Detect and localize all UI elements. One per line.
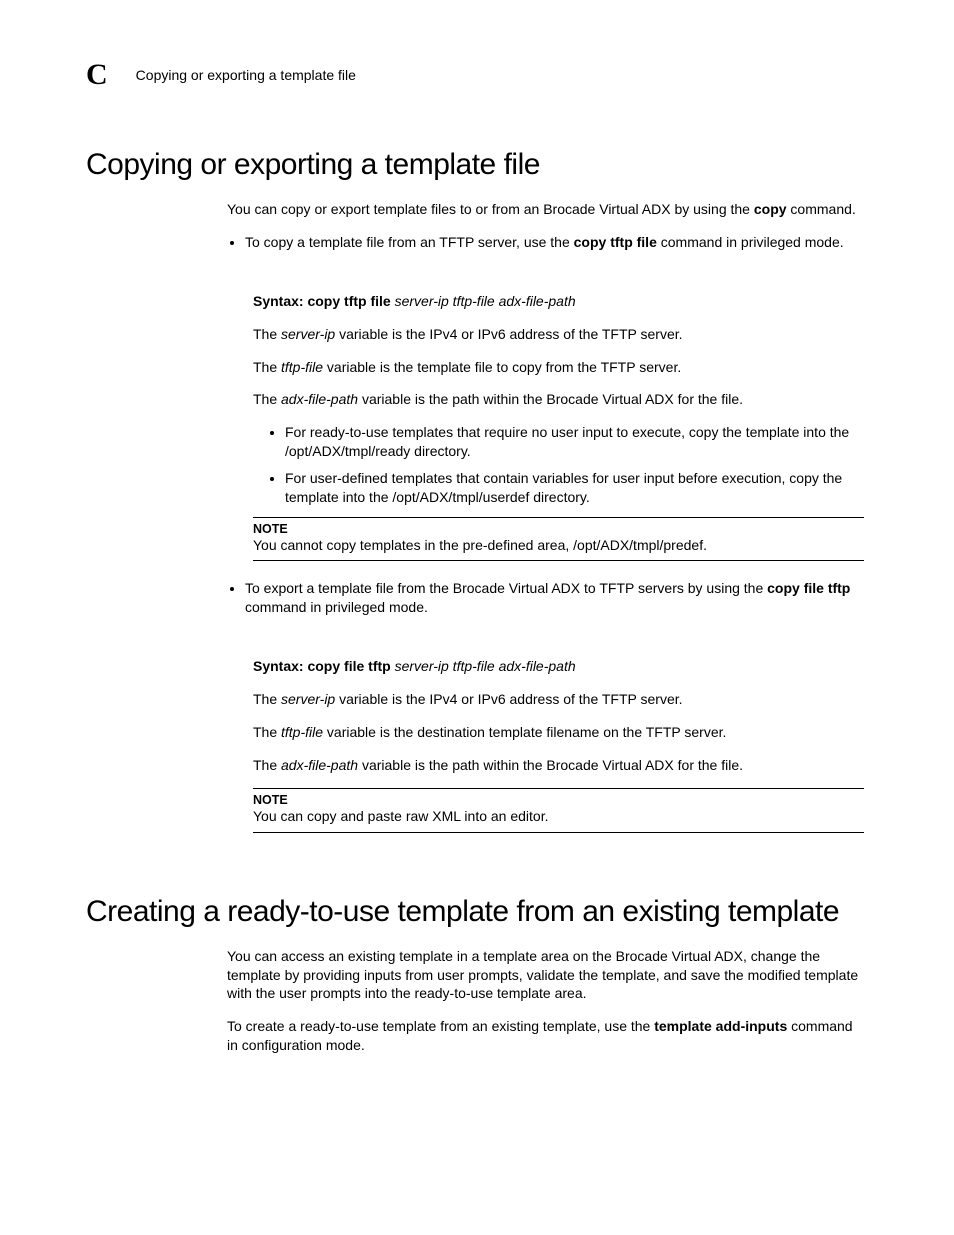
text: variable is the IPv4 or IPv6 address of … <box>335 691 682 707</box>
note-box: NOTE You can copy and paste raw XML into… <box>253 788 864 832</box>
text: variable is the path within the Brocade … <box>358 391 743 407</box>
variable-name: tftp-file <box>281 359 323 375</box>
appendix-letter: C <box>86 60 108 90</box>
syntax-line: Syntax: copy tftp file server-ip tftp-fi… <box>253 292 864 311</box>
text: To create a ready-to-use template from a… <box>227 1018 654 1034</box>
variable-name: server-ip <box>281 691 335 707</box>
text: To export a template file from the Broca… <box>245 580 767 596</box>
sub-bullet: For ready-to-use templates that require … <box>285 423 864 461</box>
text: The <box>253 724 281 740</box>
text: command in privileged mode. <box>657 234 844 250</box>
paragraph: You can access an existing template in a… <box>227 947 864 1004</box>
text: You can copy or export template files to… <box>227 201 754 217</box>
text: command. <box>787 201 856 217</box>
text: variable is the path within the Brocade … <box>358 757 743 773</box>
text: The <box>253 359 281 375</box>
syntax-label: Syntax: <box>253 658 307 674</box>
bullet-item: To export a template file from the Broca… <box>245 579 864 617</box>
variable-desc: The server-ip variable is the IPv4 or IP… <box>253 325 864 344</box>
section2-title: Creating a ready-to-use template from an… <box>86 895 864 929</box>
syntax-label: Syntax: <box>253 293 307 309</box>
command-copy-file-tftp: copy file tftp <box>767 580 850 596</box>
text: The <box>253 326 281 342</box>
paragraph: To create a ready-to-use template from a… <box>227 1017 864 1055</box>
variable-name: adx-file-path <box>281 391 358 407</box>
text: To copy a template file from an TFTP ser… <box>245 234 574 250</box>
note-text: You cannot copy templates in the pre-def… <box>253 536 864 554</box>
variable-name: adx-file-path <box>281 757 358 773</box>
note-label: NOTE <box>253 522 864 536</box>
syntax-line: Syntax: copy file tftp server-ip tftp-fi… <box>253 657 864 676</box>
note-box: NOTE You cannot copy templates in the pr… <box>253 517 864 561</box>
sub-bullet: For user-defined templates that contain … <box>285 469 864 507</box>
variable-name: server-ip <box>281 326 335 342</box>
text: variable is the destination template fil… <box>323 724 726 740</box>
syntax-command: copy tftp file <box>307 293 390 309</box>
text: The <box>253 691 281 707</box>
command-template-add-inputs: template add-inputs <box>654 1018 787 1034</box>
variable-desc: The adx-file-path variable is the path w… <box>253 756 864 775</box>
variable-desc: The server-ip variable is the IPv4 or IP… <box>253 690 864 709</box>
variable-desc: The adx-file-path variable is the path w… <box>253 390 864 409</box>
intro-paragraph: You can copy or export template files to… <box>227 200 864 219</box>
section1-title: Copying or exporting a template file <box>86 148 864 182</box>
variable-name: tftp-file <box>281 724 323 740</box>
syntax-args: server-ip tftp-file adx-file-path <box>391 658 576 674</box>
text: variable is the IPv4 or IPv6 address of … <box>335 326 682 342</box>
variable-desc: The tftp-file variable is the template f… <box>253 358 864 377</box>
text: command in privileged mode. <box>245 599 428 615</box>
breadcrumb: Copying or exporting a template file <box>136 67 356 83</box>
text: variable is the template file to copy fr… <box>323 359 681 375</box>
bullet-item: To copy a template file from an TFTP ser… <box>245 233 864 252</box>
command-copy-tftp-file: copy tftp file <box>574 234 657 250</box>
note-label: NOTE <box>253 793 864 807</box>
syntax-command: copy file tftp <box>307 658 390 674</box>
text: The <box>253 757 281 773</box>
command-copy: copy <box>754 201 787 217</box>
variable-desc: The tftp-file variable is the destinatio… <box>253 723 864 742</box>
text: The <box>253 391 281 407</box>
syntax-args: server-ip tftp-file adx-file-path <box>391 293 576 309</box>
page-header: C Copying or exporting a template file <box>86 60 864 90</box>
note-text: You can copy and paste raw XML into an e… <box>253 807 864 825</box>
